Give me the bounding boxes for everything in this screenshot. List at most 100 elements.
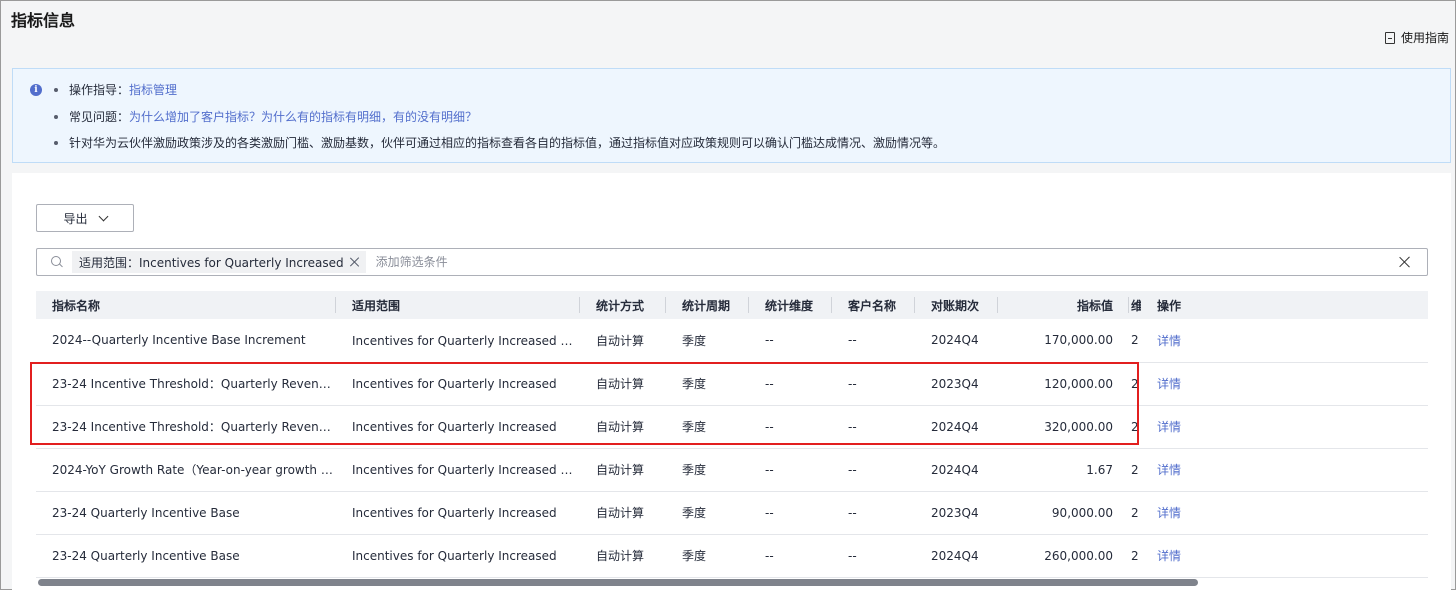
notice-item: 常见问题： 为什么增加了客户指标？为什么有的指标有明细，有的没有明细？ — [54, 108, 945, 135]
cell-action: 详情 — [1141, 491, 1428, 535]
cell-method: 自动计算 — [580, 534, 666, 578]
cell-value: 90,000.00 — [998, 491, 1129, 535]
cell-dimension: -- — [749, 534, 832, 578]
scrollbar-thumb[interactable] — [38, 579, 1198, 586]
cell-scope: Incentives for Quarterly Increased 季度增量激… — [336, 448, 580, 492]
cell-extra: 2 — [1129, 405, 1141, 449]
cell-dimension: -- — [749, 448, 832, 492]
user-guide-label: 使用指南 — [1400, 31, 1449, 45]
details-link[interactable]: 详情 — [1157, 506, 1181, 520]
cell-action: 详情 — [1141, 319, 1428, 363]
cell-scope: Incentives for Quarterly Increased — [336, 491, 580, 535]
filter-tag-label: 适用范围：Incentives for Quarterly Increased — [79, 255, 344, 270]
table-row: 23-24 Incentive Threshold：Quarterly Reve… — [36, 405, 1428, 449]
cell-recon: 2023Q4 — [915, 362, 998, 406]
horizontal-scrollbar[interactable] — [36, 579, 1428, 587]
cell-customer: -- — [832, 534, 915, 578]
col-header-recon: 对账期次 — [915, 291, 998, 319]
clear-filters-icon[interactable] — [1399, 256, 1411, 268]
cell-recon: 2024Q4 — [915, 405, 998, 449]
book-icon — [1384, 31, 1395, 44]
col-header-action: 操作 — [1141, 291, 1428, 319]
table-row: 2024-YoY Growth Rate（Year-on-year growth… — [36, 448, 1428, 492]
bullet-dot — [54, 141, 58, 145]
bullet-dot — [54, 114, 58, 119]
chevron-down-icon — [98, 211, 108, 221]
cell-action: 详情 — [1141, 534, 1428, 578]
export-label: 导出 — [63, 211, 88, 226]
cell-extra: 2 — [1129, 534, 1141, 578]
cell-extra: 2 — [1129, 319, 1141, 363]
cell-name: 2024-YoY Growth Rate（Year-on-year growth… — [36, 448, 336, 492]
cell-period: 季度 — [666, 534, 749, 578]
table-row: 23-24 Quarterly Incentive Base Incentive… — [36, 491, 1428, 535]
table-row: 23-24 Incentive Threshold：Quarterly Reve… — [36, 362, 1428, 406]
cell-dimension: -- — [749, 491, 832, 535]
col-header-method: 统计方式 — [580, 291, 666, 319]
notice-item: 针对华为云伙伴激励政策涉及的各类激励门槛、激励基数，伙伴可通过相应的指标查看各自… — [54, 134, 945, 161]
cell-method: 自动计算 — [580, 405, 666, 449]
cell-scope: Incentives for Quarterly Increased — [336, 362, 580, 406]
cell-method: 自动计算 — [580, 362, 666, 406]
cell-action: 详情 — [1141, 448, 1428, 492]
notice-item: 操作指导： 指标管理 — [54, 81, 945, 108]
cell-period: 季度 — [666, 448, 749, 492]
cell-scope: Incentives for Quarterly Increased — [336, 534, 580, 578]
cell-period: 季度 — [666, 491, 749, 535]
col-header-dimension: 统计维度 — [749, 291, 832, 319]
cell-customer: -- — [832, 319, 915, 363]
col-header-period: 统计周期 — [666, 291, 749, 319]
notice-prefix: 常见问题： — [69, 109, 130, 124]
col-header-scope: 适用范围 — [336, 291, 580, 319]
details-link[interactable]: 详情 — [1157, 549, 1181, 563]
cell-method: 自动计算 — [580, 319, 666, 363]
cell-extra: 2 — [1129, 362, 1141, 406]
cell-recon: 2024Q4 — [915, 448, 998, 492]
metric-management-link[interactable]: 指标管理 — [129, 81, 177, 98]
remove-filter-icon[interactable] — [350, 257, 360, 267]
cell-value: 120,000.00 — [998, 362, 1129, 406]
notice-list: 操作指导： 指标管理 常见问题： 为什么增加了客户指标？为什么有的指标有明细，有… — [54, 81, 945, 161]
col-header-value: 指标值 — [998, 291, 1129, 319]
details-link[interactable]: 详情 — [1157, 334, 1181, 348]
cell-extra: 2 — [1129, 491, 1141, 535]
cell-period: 季度 — [666, 319, 749, 363]
cell-name: 23-24 Quarterly Incentive Base — [36, 534, 336, 578]
cell-dimension: -- — [749, 319, 832, 363]
filter-input[interactable] — [375, 255, 1399, 269]
cell-name: 23-24 Quarterly Incentive Base — [36, 491, 336, 535]
content-card: 导出 适用范围：Incentives for Quarterly Increas… — [12, 173, 1451, 590]
cell-dimension: -- — [749, 405, 832, 449]
cell-value: 320,000.00 — [998, 405, 1129, 449]
table-row: 2024--Quarterly Incentive Base Increment… — [36, 319, 1428, 363]
table-header-row: 指标名称 适用范围 统计方式 统计周期 统计维度 客户名称 对账期次 指标值 维… — [36, 291, 1428, 319]
export-dropdown-button[interactable]: 导出 — [36, 204, 134, 232]
search-icon — [51, 256, 63, 268]
cell-customer: -- — [832, 405, 915, 449]
metrics-table: 指标名称 适用范围 统计方式 统计周期 统计维度 客户名称 对账期次 指标值 维… — [36, 291, 1428, 590]
cell-value: 1.67 — [998, 448, 1129, 492]
cell-scope: Incentives for Quarterly Increased — [336, 405, 580, 449]
cell-customer: -- — [832, 491, 915, 535]
details-link[interactable]: 详情 — [1157, 463, 1181, 477]
user-guide-link[interactable]: 使用指南 — [1384, 29, 1449, 46]
cell-action: 详情 — [1141, 362, 1428, 406]
notice-panel: i 操作指导： 指标管理 常见问题： 为什么增加了客户指标？为什么有的指标有明细… — [12, 68, 1451, 163]
cell-customer: -- — [832, 448, 915, 492]
col-header-name: 指标名称 — [36, 291, 336, 319]
cell-dimension: -- — [749, 362, 832, 406]
details-link[interactable]: 详情 — [1157, 377, 1181, 391]
cell-period: 季度 — [666, 362, 749, 406]
col-header-extra: 维 — [1129, 291, 1141, 319]
page-frame: 指标信息 使用指南 i 操作指导： 指标管理 常见问题： 为什么增加了客户指标？… — [0, 0, 1456, 590]
cell-method: 自动计算 — [580, 448, 666, 492]
cell-recon: 2024Q4 — [915, 534, 998, 578]
notice-text: 针对华为云伙伴激励政策涉及的各类激励门槛、激励基数，伙伴可通过相应的指标查看各自… — [69, 136, 946, 150]
filter-bar[interactable]: 适用范围：Incentives for Quarterly Increased — [36, 248, 1428, 276]
details-link[interactable]: 详情 — [1157, 420, 1181, 434]
cell-period: 季度 — [666, 405, 749, 449]
info-icon: i — [30, 84, 42, 96]
faq-link[interactable]: 为什么增加了客户指标？为什么有的指标有明细，有的没有明细？ — [129, 108, 477, 125]
cell-extra: 2 — [1129, 448, 1141, 492]
cell-recon: 2024Q4 — [915, 319, 998, 363]
